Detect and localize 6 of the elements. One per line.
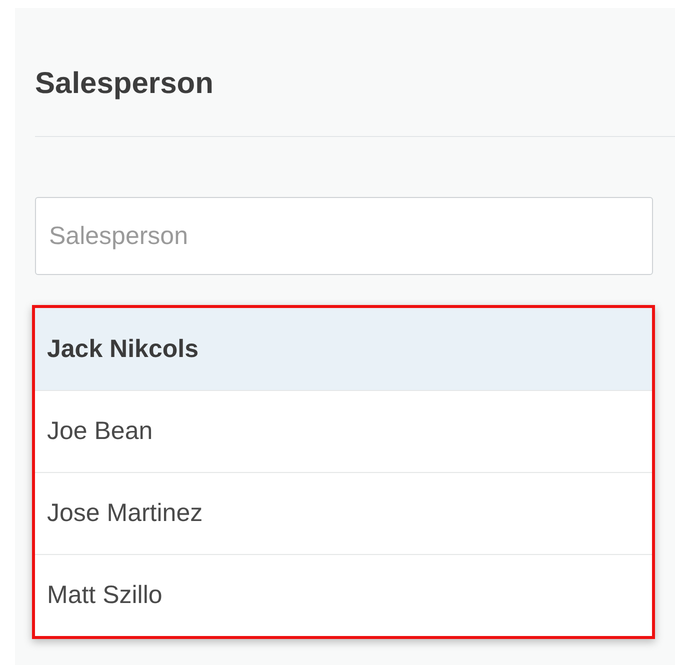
list-item[interactable]: Jose Martinez <box>35 472 652 554</box>
section-title: Salesperson <box>35 66 214 102</box>
search-field[interactable]: Salesperson <box>35 197 653 275</box>
list-item[interactable]: Matt Szillo <box>35 554 652 636</box>
list-item[interactable]: Joe Bean <box>35 390 652 472</box>
list-item[interactable]: Jack Nikcols <box>35 308 652 390</box>
